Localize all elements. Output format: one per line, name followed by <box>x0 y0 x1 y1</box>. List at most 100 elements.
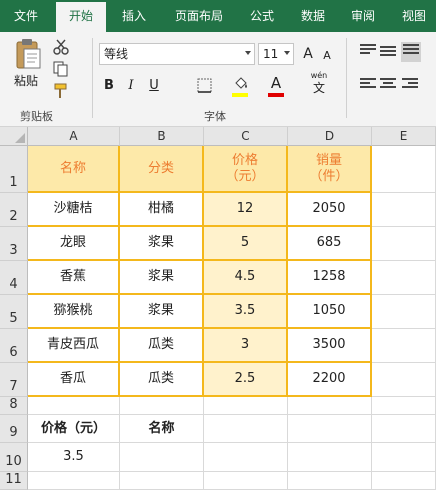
empty-cell[interactable] <box>288 397 372 415</box>
font-name-select[interactable]: 等线 <box>99 43 255 65</box>
empty-cell[interactable] <box>204 443 288 472</box>
column-header-e[interactable]: E <box>372 127 436 146</box>
align-left-icon[interactable] <box>360 78 376 92</box>
empty-cell[interactable] <box>372 261 436 295</box>
align-top-icon[interactable] <box>360 44 376 58</box>
select-all-corner[interactable] <box>0 127 28 146</box>
empty-cell[interactable] <box>28 472 120 490</box>
align-middle-icon[interactable] <box>380 46 396 60</box>
row-header-2[interactable]: 2 <box>0 193 28 227</box>
table-cell[interactable]: 浆果 <box>120 227 204 261</box>
empty-cell[interactable] <box>372 329 436 363</box>
row-header-9[interactable]: 9 <box>0 415 28 443</box>
table-cell[interactable]: 1258 <box>288 261 372 295</box>
row-header-11[interactable]: 11 <box>0 472 28 490</box>
empty-cell[interactable] <box>372 397 436 415</box>
table-cell[interactable]: 猕猴桃 <box>28 295 120 329</box>
copy-icon[interactable] <box>52 60 70 78</box>
row-header-7[interactable]: 7 <box>0 363 28 397</box>
table-cell[interactable]: 沙糖桔 <box>28 193 120 227</box>
table-cell[interactable]: 3 <box>204 329 288 363</box>
empty-cell[interactable] <box>288 443 372 472</box>
column-header-c[interactable]: C <box>204 127 288 146</box>
row-header-8[interactable]: 8 <box>0 397 28 415</box>
lookup-name-result[interactable] <box>120 443 204 472</box>
table-cell[interactable]: 2200 <box>288 363 372 397</box>
lookup-name-label[interactable]: 名称 <box>120 415 204 443</box>
column-header-a[interactable]: A <box>28 127 120 146</box>
empty-cell[interactable] <box>372 227 436 261</box>
row-header-5[interactable]: 5 <box>0 295 28 329</box>
borders-icon[interactable] <box>196 77 214 95</box>
empty-cell[interactable] <box>372 146 436 193</box>
row-header-3[interactable]: 3 <box>0 227 28 261</box>
italic-button[interactable]: I <box>124 77 138 95</box>
column-header-d[interactable]: D <box>288 127 372 146</box>
font-size-select[interactable]: 11 <box>258 43 294 65</box>
table-cell[interactable]: 5 <box>204 227 288 261</box>
tab-page-layout[interactable]: 页面布局 <box>162 0 236 32</box>
table-header-sales[interactable]: 销量 （件） <box>288 146 372 193</box>
tab-insert[interactable]: 插入 <box>110 0 158 32</box>
row-header-1[interactable]: 1 <box>0 146 28 193</box>
table-cell[interactable]: 柑橘 <box>120 193 204 227</box>
table-cell[interactable]: 2.5 <box>204 363 288 397</box>
table-cell[interactable]: 2050 <box>288 193 372 227</box>
empty-cell[interactable] <box>120 472 204 490</box>
tab-formulas[interactable]: 公式 <box>240 0 284 32</box>
table-header-name[interactable]: 名称 <box>28 146 120 193</box>
empty-cell[interactable] <box>120 397 204 415</box>
table-cell[interactable]: 香瓜 <box>28 363 120 397</box>
empty-cell[interactable] <box>372 363 436 397</box>
phonetic-guide-button[interactable]: wén 文 <box>309 71 329 95</box>
underline-button[interactable]: U <box>146 77 162 95</box>
empty-cell[interactable] <box>372 295 436 329</box>
align-center-icon[interactable] <box>380 78 396 92</box>
lookup-price-input[interactable]: 3.5 <box>28 443 120 472</box>
table-cell[interactable]: 浆果 <box>120 295 204 329</box>
tab-file[interactable]: 文件 <box>0 0 52 32</box>
tab-view[interactable]: 视图 <box>392 0 436 32</box>
empty-cell[interactable] <box>204 415 288 443</box>
empty-cell[interactable] <box>372 472 436 490</box>
table-cell[interactable]: 12 <box>204 193 288 227</box>
empty-cell[interactable] <box>372 443 436 472</box>
table-cell[interactable]: 1050 <box>288 295 372 329</box>
tab-home[interactable]: 开始 <box>56 2 106 32</box>
table-cell[interactable]: 瓜类 <box>120 329 204 363</box>
table-cell[interactable]: 3.5 <box>204 295 288 329</box>
table-header-category[interactable]: 分类 <box>120 146 204 193</box>
empty-cell[interactable] <box>204 397 288 415</box>
lookup-price-label[interactable]: 价格（元） <box>28 415 120 443</box>
align-bottom-icon[interactable] <box>401 42 421 62</box>
bold-button[interactable]: B <box>101 77 117 95</box>
shrink-font-button[interactable]: A <box>320 47 334 65</box>
row-header-6[interactable]: 6 <box>0 329 28 363</box>
empty-cell[interactable] <box>204 472 288 490</box>
paste-button-label[interactable]: 粘贴 <box>14 72 38 89</box>
row-header-4[interactable]: 4 <box>0 261 28 295</box>
table-cell[interactable]: 浆果 <box>120 261 204 295</box>
paste-icon[interactable] <box>14 38 42 70</box>
tab-review[interactable]: 审阅 <box>340 0 386 32</box>
row-header-10[interactable]: 10 <box>0 443 28 472</box>
column-header-b[interactable]: B <box>120 127 204 146</box>
empty-cell[interactable] <box>372 193 436 227</box>
empty-cell[interactable] <box>288 472 372 490</box>
fill-color-icon[interactable] <box>232 75 250 93</box>
format-painter-icon[interactable] <box>52 82 70 100</box>
table-cell[interactable]: 瓜类 <box>120 363 204 397</box>
font-color-button[interactable]: A <box>268 74 284 92</box>
empty-cell[interactable] <box>288 415 372 443</box>
table-cell[interactable]: 香蕉 <box>28 261 120 295</box>
table-cell[interactable]: 龙眼 <box>28 227 120 261</box>
align-right-icon[interactable] <box>402 78 418 92</box>
cut-icon[interactable] <box>52 38 70 56</box>
tab-data[interactable]: 数据 <box>290 0 336 32</box>
table-cell[interactable]: 青皮西瓜 <box>28 329 120 363</box>
table-cell[interactable]: 3500 <box>288 329 372 363</box>
empty-cell[interactable] <box>28 397 120 415</box>
empty-cell[interactable] <box>372 415 436 443</box>
grow-font-button[interactable]: A <box>300 45 316 63</box>
table-cell[interactable]: 4.5 <box>204 261 288 295</box>
